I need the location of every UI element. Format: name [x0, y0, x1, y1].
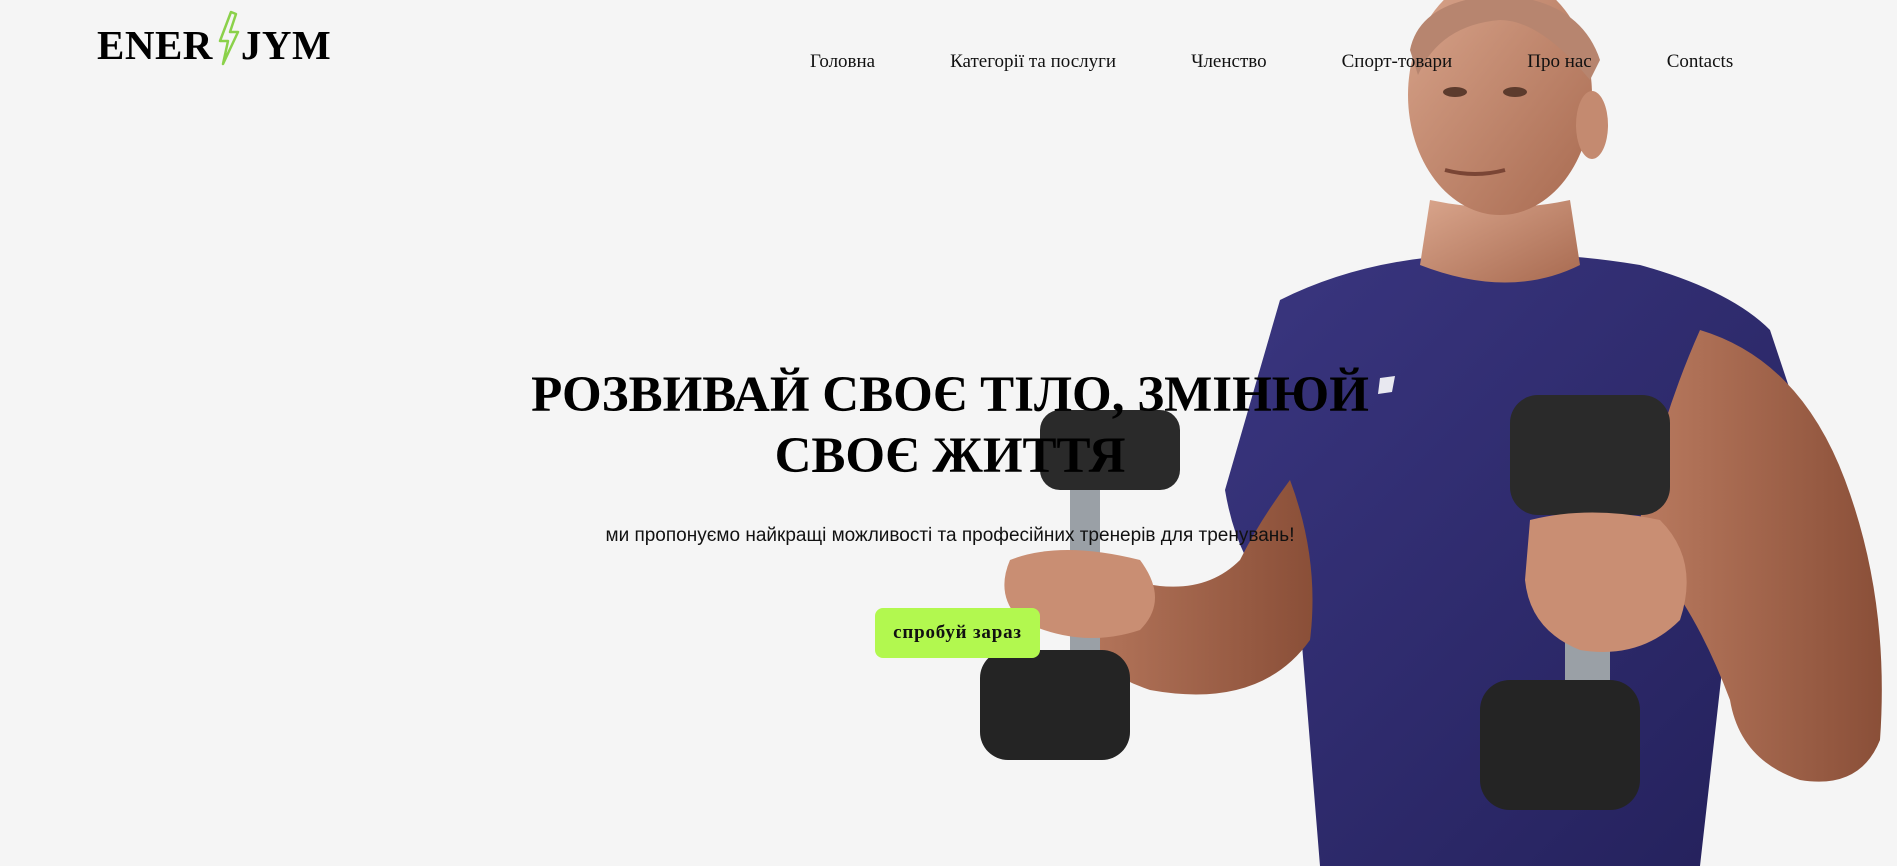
nav-item-sport-goods[interactable]: Спорт-товари: [1342, 48, 1453, 76]
brand-name-right: JYM: [240, 22, 332, 68]
nav-item-categories[interactable]: Категорії та послуги: [950, 48, 1116, 76]
try-now-button[interactable]: спробуй зараз: [875, 608, 1040, 658]
hero-section: РОЗВИВАЙ СВОЄ ТІЛО, ЗМІНЮЙ СВОЄ ЖИТТЯ ми…: [500, 365, 1400, 549]
brand-logo[interactable]: ENER JYM: [97, 8, 331, 68]
nav-item-home[interactable]: Головна: [810, 48, 875, 76]
site-header: ENER JYM Головна Категорії та послуги Чл…: [0, 0, 1897, 110]
brand-name-left: ENER: [97, 22, 213, 68]
landing-page: ENER JYM Головна Категорії та послуги Чл…: [0, 0, 1897, 866]
main-nav: Головна Категорії та послуги Членство Сп…: [810, 48, 1733, 76]
lightning-bolt-icon: [213, 10, 243, 68]
hero-subtitle: ми пропонуємо найкращі можливості та про…: [605, 525, 1295, 546]
hero-title: РОЗВИВАЙ СВОЄ ТІЛО, ЗМІНЮЙ СВОЄ ЖИТТЯ: [531, 367, 1369, 484]
nav-item-contacts[interactable]: Contacts: [1667, 48, 1734, 76]
nav-item-membership[interactable]: Членство: [1191, 48, 1267, 76]
nav-item-about[interactable]: Про нас: [1527, 48, 1592, 76]
